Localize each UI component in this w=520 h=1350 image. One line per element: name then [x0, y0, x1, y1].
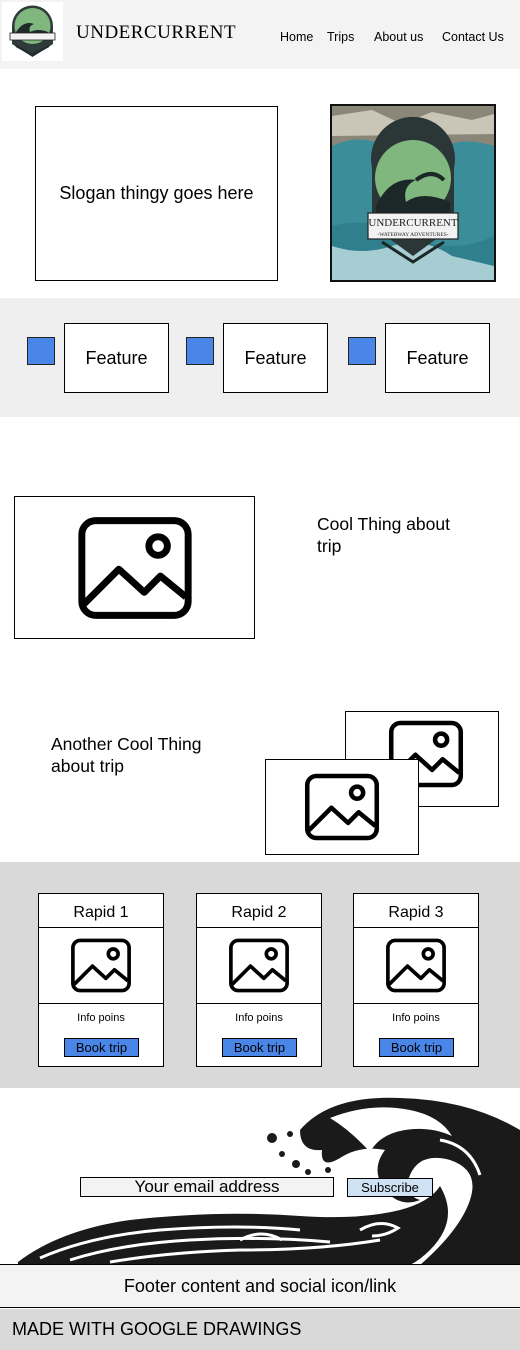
feature-2: Feature — [223, 323, 328, 393]
rapid-info: Info poins — [235, 1012, 283, 1024]
nav-contact-us[interactable]: Contact Us — [442, 30, 504, 44]
feature-1: Feature — [64, 323, 169, 393]
rapid-info: Info poins — [392, 1012, 440, 1024]
photo-tagline-text: -WATERWAY ADVENTURES- — [377, 232, 448, 238]
river-logo-image: UNDERCURRENT -WATERWAY ADVENTURES- — [332, 106, 494, 280]
feature-2-label: Feature — [244, 347, 307, 368]
slogan-text: Slogan thingy goes here — [59, 183, 254, 203]
image-placeholder-icon — [304, 773, 380, 841]
footer-content: Footer content and social icon/link — [123, 1275, 397, 1296]
rapid-title: Rapid 1 — [39, 894, 163, 928]
hero-photo: UNDERCURRENT -WATERWAY ADVENTURES- — [330, 104, 496, 282]
made-with-banner: MADE WITH GOOGLE DRAWINGS — [0, 1309, 520, 1350]
image-placeholder-icon — [70, 938, 132, 993]
cool-thing-1-image — [14, 496, 255, 639]
feature-1-label: Feature — [85, 347, 148, 368]
cool-thing-2-image-front — [265, 759, 419, 855]
cool-thing-1-text: Cool Thing about trip — [317, 514, 450, 556]
nav-trips[interactable]: Trips — [327, 30, 354, 44]
made-with-text: MADE WITH GOOGLE DRAWINGS — [12, 1319, 302, 1339]
nav-about-us[interactable]: About us — [374, 30, 423, 44]
book-trip-button[interactable]: Book trip — [379, 1038, 454, 1057]
feature-3: Feature — [385, 323, 490, 393]
book-trip-button[interactable]: Book trip — [222, 1038, 297, 1057]
cool-thing-2-text: Another Cool Thing about trip — [51, 734, 202, 776]
email-input[interactable] — [80, 1177, 334, 1197]
rapid-info: Info poins — [77, 1012, 125, 1024]
image-placeholder-icon — [228, 938, 290, 993]
rapid-image — [354, 928, 478, 1004]
subscribe-button[interactable]: Subscribe — [347, 1178, 433, 1197]
feature-2-icon — [186, 337, 214, 365]
brand-name[interactable]: UNDERCURRENT — [76, 22, 236, 44]
rapid-card-2: Rapid 2 Info poins Book trip — [196, 893, 322, 1067]
slogan-box: Slogan thingy goes here — [35, 106, 278, 281]
rapid-card-1: Rapid 1 Info poins Book trip — [38, 893, 164, 1067]
feature-3-label: Feature — [406, 347, 469, 368]
rapid-title: Rapid 3 — [354, 894, 478, 928]
logo-badge-icon — [9, 5, 56, 57]
rapid-image — [197, 928, 321, 1004]
nav-home[interactable]: Home — [280, 30, 313, 44]
photo-brand-text: UNDERCURRENT — [368, 217, 458, 229]
footer: Footer content and social icon/link — [0, 1264, 520, 1308]
book-trip-button[interactable]: Book trip — [64, 1038, 139, 1057]
rapid-card-3: Rapid 3 Info poins Book trip — [353, 893, 479, 1067]
logo[interactable] — [2, 2, 63, 61]
image-placeholder-icon — [76, 516, 194, 620]
feature-3-icon — [348, 337, 376, 365]
image-placeholder-icon — [385, 938, 447, 993]
feature-1-icon — [27, 337, 55, 365]
rapid-image — [39, 928, 163, 1004]
rapid-title: Rapid 2 — [197, 894, 321, 928]
